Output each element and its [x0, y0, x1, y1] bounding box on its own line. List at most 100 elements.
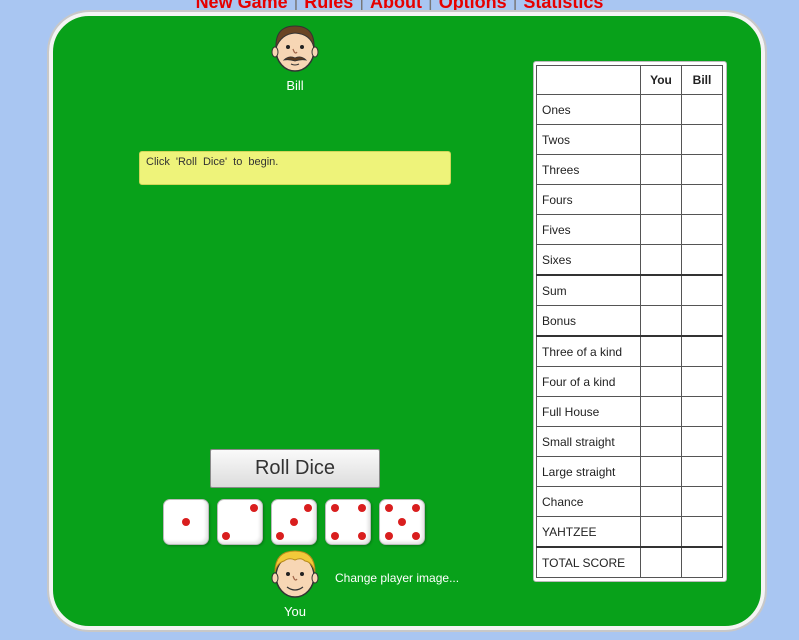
score-row: Twos [536, 124, 723, 155]
player-score-cell[interactable] [640, 335, 682, 367]
nav-about[interactable]: About [370, 0, 422, 12]
opponent-score-cell [681, 335, 723, 367]
score-row: Bonus [536, 305, 723, 337]
player-score-cell[interactable] [640, 154, 682, 185]
score-category-label: Chance [536, 486, 641, 517]
die-2[interactable] [217, 499, 263, 545]
category-header [536, 65, 641, 95]
die-pip [304, 504, 312, 512]
opponent-score-cell [681, 516, 723, 548]
opponent-score-cell [681, 94, 723, 125]
die-pip [358, 504, 366, 512]
score-row: YAHTZEE [536, 516, 723, 548]
score-category-label: Bonus [536, 305, 641, 337]
score-category-label: Fives [536, 214, 641, 245]
score-row: Chance [536, 486, 723, 517]
message-box: Click 'Roll Dice' to begin. [139, 151, 451, 185]
die-pip [182, 518, 190, 526]
opponent-score-cell [681, 426, 723, 457]
player-score-cell[interactable] [640, 456, 682, 487]
opponent-score-cell [681, 154, 723, 185]
opponent-score-cell [681, 456, 723, 487]
score-category-label: YAHTZEE [536, 516, 641, 548]
score-row: Three of a kind [536, 335, 723, 367]
opponent-score-cell [681, 366, 723, 397]
player-score-cell[interactable] [640, 305, 682, 337]
score-category-label: Large straight [536, 456, 641, 487]
opponent-column-header: Bill [681, 65, 723, 95]
score-category-label: Sixes [536, 244, 641, 276]
nav-separator: | [359, 0, 365, 12]
scorecard-table: You Bill Ones Twos Threes Fours Fives Sixes Su… [536, 65, 723, 578]
die-pip [398, 518, 406, 526]
die-3[interactable] [271, 499, 317, 545]
score-category-label: Fours [536, 184, 641, 215]
score-category-label: Small straight [536, 426, 641, 457]
opponent-name: Bill [286, 78, 304, 93]
score-category-label: Full House [536, 396, 641, 427]
opponent-score-cell [681, 214, 723, 245]
opponent-score-cell [681, 124, 723, 155]
opponent-score-cell [681, 486, 723, 517]
score-row: TOTAL SCORE [536, 546, 723, 578]
score-row: Sixes [536, 244, 723, 276]
score-row: Four of a kind [536, 366, 723, 397]
player-score-cell[interactable] [640, 486, 682, 517]
nav-new-game[interactable]: New Game [196, 0, 288, 12]
die-pip [412, 504, 420, 512]
score-row: Large straight [536, 456, 723, 487]
score-category-label: Three of a kind [536, 335, 641, 367]
die-pip [331, 504, 339, 512]
nav-separator: | [293, 0, 299, 12]
player-score-cell[interactable] [640, 214, 682, 245]
player-score-cell[interactable] [640, 516, 682, 548]
score-row: Fours [536, 184, 723, 215]
nav-statistics[interactable]: Statistics [523, 0, 603, 12]
score-category-label: TOTAL SCORE [536, 546, 641, 578]
die-pip [222, 532, 230, 540]
score-category-label: Sum [536, 274, 641, 306]
player-score-cell[interactable] [640, 396, 682, 427]
die-1[interactable] [163, 499, 209, 545]
roll-dice-button[interactable]: Roll Dice [210, 449, 380, 488]
score-category-label: Threes [536, 154, 641, 185]
die-pip [385, 504, 393, 512]
player-score-cell[interactable] [640, 94, 682, 125]
player-avatar-icon[interactable] [271, 548, 319, 600]
opponent-score-cell [681, 244, 723, 276]
die-pip [385, 532, 393, 540]
change-player-image-link[interactable]: Change player image... [335, 571, 459, 585]
score-category-label: Twos [536, 124, 641, 155]
top-nav: New Game | Rules | About | Options | Statistics [0, 0, 799, 12]
score-category-label: Four of a kind [536, 366, 641, 397]
die-4[interactable] [325, 499, 371, 545]
player-score-cell[interactable] [640, 546, 682, 578]
opponent-score-cell [681, 305, 723, 337]
opponent-score-cell [681, 274, 723, 306]
score-row: Fives [536, 214, 723, 245]
score-category-label: Ones [536, 94, 641, 125]
die-pip [276, 532, 284, 540]
player-score-cell[interactable] [640, 184, 682, 215]
die-pip [250, 504, 258, 512]
opponent-avatar-icon [271, 22, 319, 74]
nav-separator: | [428, 0, 433, 12]
score-row: Threes [536, 154, 723, 185]
opponent-score-cell [681, 396, 723, 427]
player-score-cell[interactable] [640, 274, 682, 306]
nav-options[interactable]: Options [439, 0, 507, 12]
player-score-cell[interactable] [640, 426, 682, 457]
player-score-cell[interactable] [640, 244, 682, 276]
die-pip [412, 532, 420, 540]
opponent-score-cell [681, 546, 723, 578]
player-score-cell[interactable] [640, 366, 682, 397]
player-score-cell[interactable] [640, 124, 682, 155]
player-name: You [284, 604, 306, 619]
die-pip [331, 532, 339, 540]
score-row: Small straight [536, 426, 723, 457]
score-row: Full House [536, 396, 723, 427]
scorecard-header-row: You Bill [536, 65, 723, 95]
die-5[interactable] [379, 499, 425, 545]
nav-rules[interactable]: Rules [304, 0, 353, 12]
die-pip [290, 518, 298, 526]
